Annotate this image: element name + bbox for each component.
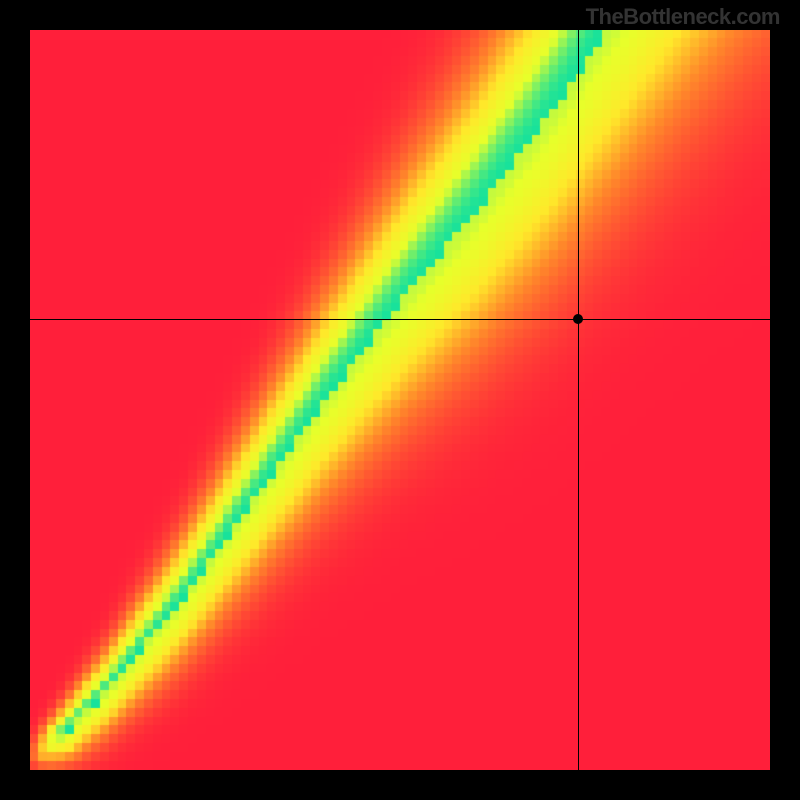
chart-container: TheBottleneck.com [0, 0, 800, 800]
heatmap-frame [30, 30, 770, 770]
crosshair-horizontal [30, 319, 770, 320]
heatmap-canvas [30, 30, 770, 770]
crosshair-vertical [578, 30, 579, 770]
marker-dot [573, 314, 583, 324]
attribution-label: TheBottleneck.com [586, 4, 780, 30]
